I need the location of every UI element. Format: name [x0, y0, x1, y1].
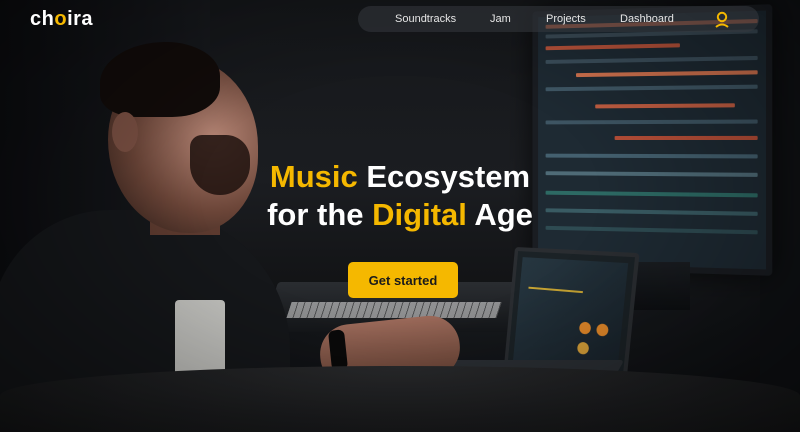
logo[interactable]: choira — [30, 8, 93, 31]
nav-item-projects[interactable]: Projects — [546, 13, 586, 25]
shirt-print — [175, 300, 225, 380]
hero-headline: Music Ecosystem for the Digital Age — [200, 158, 600, 234]
headline-text-age: Age — [467, 197, 533, 232]
logo-text-start: ch — [30, 8, 54, 30]
studio-monitor-image — [532, 4, 772, 276]
headline-accent-music: Music — [270, 159, 358, 194]
bottom-curve — [0, 366, 800, 432]
headline-text-for-the: for the — [267, 197, 372, 232]
main-nav: Soundtracks Jam Projects Dashboard — [358, 6, 759, 32]
headline-text-ecosystem: Ecosystem — [358, 159, 530, 194]
nav-item-dashboard[interactable]: Dashboard — [620, 13, 674, 25]
nav-item-jam[interactable]: Jam — [490, 13, 511, 25]
logo-accent-letter: o — [54, 8, 67, 30]
background-panel — [210, 0, 540, 300]
user-icon[interactable] — [713, 10, 731, 28]
nav-item-soundtracks[interactable]: Soundtracks — [395, 13, 456, 25]
headline-accent-digital: Digital — [372, 197, 467, 232]
logo-text-end: ira — [67, 8, 93, 30]
person-ear — [112, 112, 138, 152]
get-started-button[interactable]: Get started — [348, 262, 458, 298]
